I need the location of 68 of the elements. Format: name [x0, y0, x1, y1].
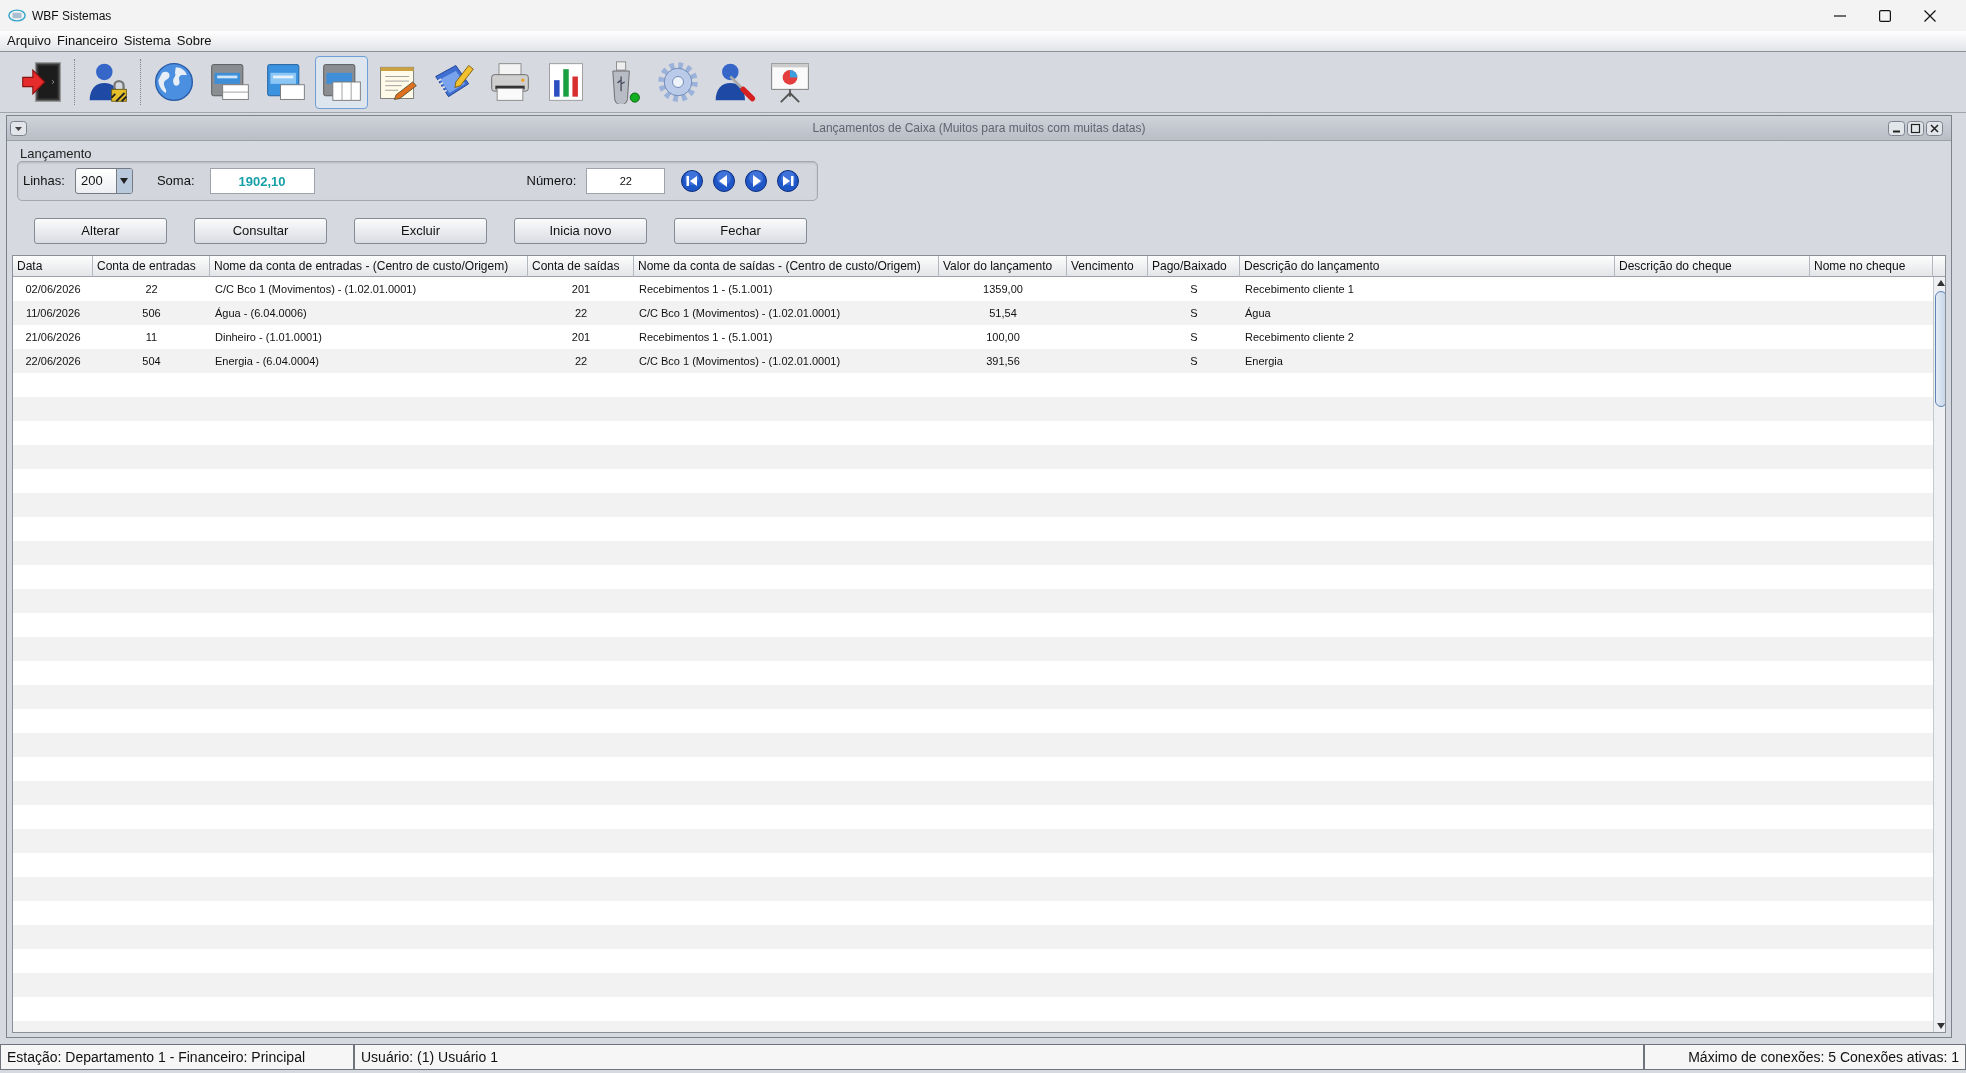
- table-cell-text: Recebimentos 1 - (5.1.001): [638, 282, 774, 297]
- close-icon[interactable]: [1923, 9, 1936, 22]
- table-cell-text: 11/06/2026: [24, 306, 82, 321]
- table-cell-text: Água - (6.04.0006): [214, 306, 308, 321]
- action-button[interactable]: Alterar: [34, 218, 167, 244]
- table-cell-text: Dinheiro - (1.01.0001): [214, 330, 323, 345]
- table-cell-text: C/C Bco 1 (Movimentos) - (1.02.01.0001): [638, 306, 842, 321]
- table-cell-text: S: [1189, 306, 1199, 321]
- table-cell-text: Recebimentos 1 - (5.1.001): [638, 330, 774, 345]
- vertical-scrollbar[interactable]: [1933, 277, 1945, 1032]
- maximize-icon[interactable]: [1907, 120, 1924, 136]
- next-record-icon[interactable]: [745, 170, 768, 192]
- table-cell-text: 22: [573, 354, 589, 369]
- status-bar-field: Máximo de conexões: 5 Conexões ativas: 1: [1644, 1044, 1966, 1070]
- action-button[interactable]: Inicia novo: [514, 218, 647, 244]
- table-cell-text: 201: [570, 282, 592, 297]
- table-cell-text: 22: [144, 282, 159, 297]
- menu-item[interactable]: Sobre: [173, 33, 215, 49]
- table-cell-text: C/C Bco 1 (Movimentos) - (1.02.01.0001): [214, 282, 418, 297]
- table-cell-text: Água: [1244, 306, 1272, 321]
- action-button[interactable]: Excluir: [354, 218, 487, 244]
- lines-dropdown[interactable]: 200: [74, 168, 133, 194]
- number-field[interactable]: 22: [586, 168, 666, 194]
- frame-title: Lançamentos de Caixa (Muitos para muitos com muitas datas): [812, 120, 1146, 137]
- status-bar-field: Estação: Departamento 1 - Financeiro: Principal: [0, 1044, 354, 1070]
- table-cell-text: 22/06/2026: [24, 354, 82, 369]
- scrollbar-thumb[interactable]: [1935, 291, 1945, 407]
- minimize-icon[interactable]: [1888, 120, 1905, 136]
- table-cell-text: 201: [570, 330, 592, 345]
- table-cell-text: 504: [141, 354, 162, 369]
- table-cell-text: Recebimento cliente 2: [1244, 330, 1355, 345]
- field-label: Linhas:: [23, 172, 65, 191]
- menu-item[interactable]: Financeiro: [54, 33, 121, 49]
- table-cell-text: 21/06/2026: [24, 330, 82, 345]
- previous-record-icon[interactable]: [713, 170, 736, 192]
- table-cell-text: 02/06/2026: [24, 282, 82, 297]
- table-cell-text: S: [1189, 282, 1199, 297]
- table-cell-text: Energia - (6.04.0004): [214, 354, 320, 369]
- group-title: Lançamento: [20, 146, 92, 161]
- table-cell-text: C/C Bco 1 (Movimentos) - (1.02.01.0001): [638, 354, 842, 369]
- action-button[interactable]: Consultar: [194, 218, 327, 244]
- maximize-icon[interactable]: [1878, 9, 1891, 22]
- field-label: Soma:: [156, 172, 195, 191]
- exit-door-icon: [19, 60, 64, 104]
- table-cell-text: 506: [141, 306, 162, 321]
- table-cell-text: Recebimento cliente 1: [1244, 282, 1355, 297]
- field-label: Número:: [526, 172, 577, 191]
- settings-icon: [655, 60, 700, 104]
- table-cell-text: S: [1189, 354, 1199, 369]
- caret-icon: [115, 169, 132, 193]
- menu-item[interactable]: Arquivo: [4, 33, 55, 49]
- table-cell-text: Energia: [1244, 354, 1284, 369]
- first-record-icon[interactable]: [681, 170, 704, 192]
- caret-icon[interactable]: [10, 120, 27, 136]
- window-title: WBF Sistemas: [32, 7, 112, 25]
- table-cell-text: 391,56: [985, 354, 1021, 369]
- app-logo-icon: [8, 9, 26, 22]
- table-cell-text: 11: [144, 330, 159, 345]
- menu-item[interactable]: Sistema: [120, 33, 174, 49]
- status-bar-field: Usuário: (1) Usuário 1: [354, 1044, 1644, 1070]
- close-icon[interactable]: [1926, 120, 1943, 136]
- table-cell-text: S: [1189, 330, 1199, 345]
- table-cell-text: 22: [573, 306, 589, 321]
- table-cell-text: 51,54: [988, 306, 1018, 321]
- action-button[interactable]: Fechar: [674, 218, 807, 244]
- table-cell-text: 100,00: [985, 330, 1021, 345]
- last-record-icon[interactable]: [777, 170, 800, 192]
- table-cell-text: 1359,00: [982, 282, 1024, 297]
